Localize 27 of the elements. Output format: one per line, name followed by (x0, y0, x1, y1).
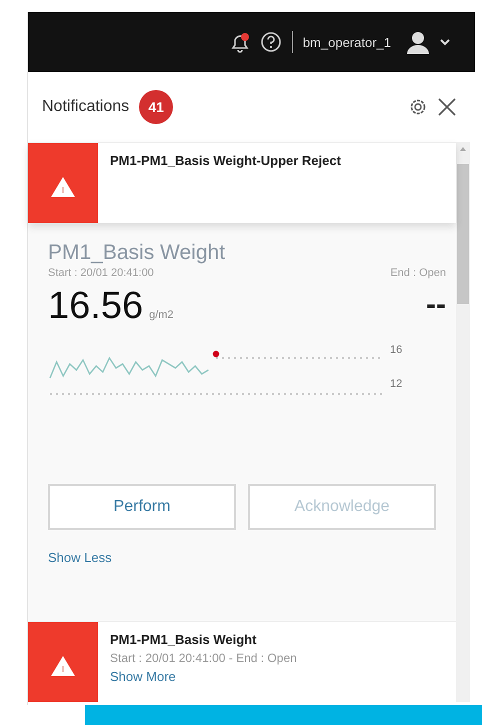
tag-name: PM1_Basis Weight (48, 241, 226, 265)
warning-icon (50, 175, 76, 199)
help-icon[interactable] (260, 31, 282, 53)
show-more-link[interactable]: Show More (110, 669, 176, 684)
alert-title[interactable]: PM1-PM1_Basis Weight (110, 632, 256, 647)
alert-time: Start : 20/01 20:41:00 - End : Open (110, 651, 297, 665)
start-time: Start : 20/01 20:41:00 (48, 267, 154, 279)
avatar-icon[interactable] (405, 30, 431, 54)
close-icon[interactable] (437, 97, 457, 117)
alert-title[interactable]: PM1-PM1_Basis Weight-Upper Reject (110, 153, 341, 168)
show-less-link[interactable]: Show Less (48, 550, 112, 565)
username[interactable]: bm_operator_1 (302, 34, 391, 50)
end-time: End : Open (390, 267, 446, 279)
alert-card[interactable]: PM1-PM1_Basis Weight Start : 20/01 20:41:00 - End : Open Show More (28, 621, 456, 702)
chevron-down-icon[interactable] (439, 37, 451, 47)
action-button[interactable]: Perform (48, 484, 236, 530)
count-badge: 41 (139, 90, 174, 124)
value-unit: g/m2 (149, 309, 174, 321)
panel-title: Notifications (42, 98, 130, 116)
axis-label: 16 (390, 344, 402, 356)
warning-icon (50, 654, 76, 678)
current-value: 16.56 (48, 285, 144, 328)
target-value: -- (426, 288, 446, 322)
scrollbar[interactable] (456, 142, 470, 702)
axis-label: 12 (390, 378, 402, 390)
alert-card[interactable]: PM1-PM1_Basis Weight-Upper Reject (28, 142, 456, 223)
settings-icon[interactable] (409, 98, 427, 116)
